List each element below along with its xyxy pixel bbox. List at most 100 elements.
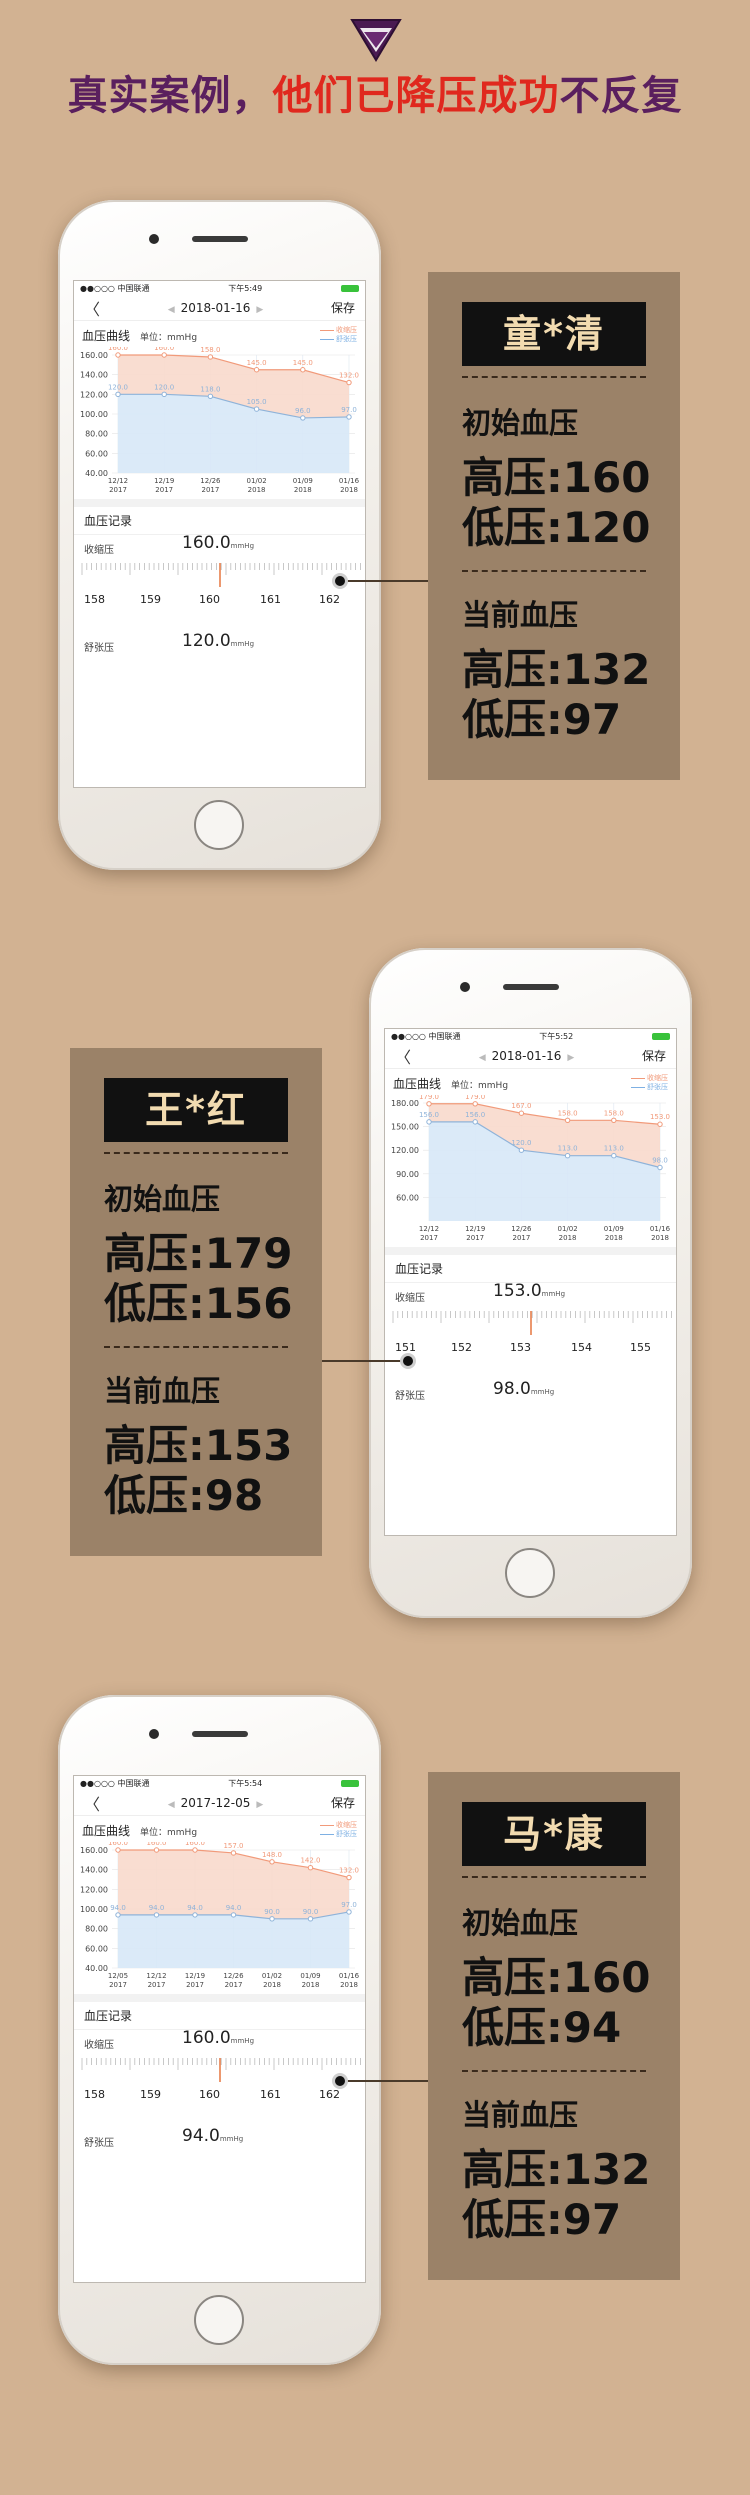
diastolic-value: 94.0mmHg <box>182 2126 243 2146</box>
systolic-point <box>115 352 121 358</box>
home-button[interactable] <box>194 800 244 850</box>
chart-legend: 收缩压 舒张压 <box>631 1074 668 1092</box>
phone-mockup: ●●○○○ 中国联通 下午5:49 〈 ◀ 2018-01-16 ▶ 保存 血压曲线 单位：mm… <box>58 200 381 870</box>
legend-systolic: 收缩压 <box>320 1821 357 1830</box>
diastolic-number: 120.0 <box>182 631 231 651</box>
next-date-icon[interactable]: ▶ <box>256 1800 263 1810</box>
legend-systolic: 收缩压 <box>320 326 357 335</box>
diastolic-point <box>161 391 167 398</box>
y-tick-label: 80.00 <box>85 430 108 439</box>
date-selector[interactable]: ◀ 2017-12-05 ▶ <box>162 1796 270 1810</box>
ruler-number: 162 <box>319 593 340 606</box>
back-button[interactable]: 〈 <box>84 1791 100 1815</box>
x-tick-label: 01/09 <box>293 477 313 485</box>
back-button[interactable]: 〈 <box>395 1044 411 1068</box>
diastolic-point <box>657 1164 663 1171</box>
ruler-ticks <box>81 563 361 587</box>
x-tick-year: 2018 <box>302 1981 320 1989</box>
chart-unit: 单位：mmHg <box>140 333 198 343</box>
page-headline: 真实案例，他们已降压成功不反复 <box>0 70 750 122</box>
diastolic-point <box>346 1909 352 1915</box>
diastolic-point <box>611 1153 617 1159</box>
x-tick-label: 12/26 <box>223 1972 244 1980</box>
home-button[interactable] <box>505 1548 555 1598</box>
legend-diastolic-swatch <box>320 338 334 340</box>
y-tick-label: 40.00 <box>85 1964 108 1973</box>
prev-date-icon[interactable]: ◀ <box>168 1800 175 1810</box>
next-date-icon[interactable]: ▶ <box>567 1053 574 1063</box>
front-camera-icon <box>149 234 159 244</box>
systolic-point <box>472 1101 478 1107</box>
date-selector[interactable]: ◀ 2018-01-16 ▶ <box>162 301 270 315</box>
ruler-number: 159 <box>140 2088 161 2101</box>
battery-indicator <box>651 1032 670 1041</box>
systolic-label: 收缩压 <box>84 545 114 556</box>
initial-low: 低压:94 <box>462 2003 622 2052</box>
diastolic-point <box>518 1147 525 1153</box>
systolic-point <box>153 1847 160 1853</box>
next-date-icon[interactable]: ▶ <box>256 305 263 315</box>
systolic-point <box>115 1847 121 1853</box>
diastolic-data-label: 105.0 <box>247 398 267 406</box>
save-button[interactable]: 保存 <box>331 1794 355 1811</box>
diastolic-data-label: 96.0 <box>295 407 311 415</box>
current-date: 2018-01-16 <box>491 1048 562 1063</box>
diastolic-data-label: 94.0 <box>187 1904 203 1912</box>
bp-line-chart: 180.00 150.00 120.00 90.00 60.00 179.0 179.0 16… <box>391 1095 671 1242</box>
diastolic-data-label: 94.0 <box>110 1904 126 1912</box>
systolic-data-label: 158.0 <box>604 1109 624 1117</box>
prev-date-icon[interactable]: ◀ <box>479 1053 486 1063</box>
x-tick-year: 2017 <box>109 486 127 494</box>
diastolic-number: 94.0 <box>182 2126 220 2146</box>
headline-part3: 不反复 <box>559 73 683 119</box>
systolic-data-label: 145.0 <box>293 359 313 367</box>
legend-systolic-swatch <box>320 329 334 331</box>
legend-diastolic-swatch <box>631 1086 645 1088</box>
back-button[interactable]: 〈 <box>84 296 100 320</box>
systolic-point <box>307 1865 314 1871</box>
legend-systolic: 收缩压 <box>631 1074 668 1083</box>
x-tick-year: 2017 <box>148 1981 166 1989</box>
systolic-ruler-slider[interactable]: 158 159 160 161 162 <box>74 563 365 613</box>
current-low: 低压:97 <box>462 2195 622 2244</box>
systolic-data-label: 160.0 <box>108 347 128 352</box>
systolic-unit: mmHg <box>230 2037 255 2045</box>
systolic-number: 160.0 <box>182 2028 231 2048</box>
headline-part1: 真实案例， <box>67 73 273 119</box>
save-button[interactable]: 保存 <box>642 1047 666 1064</box>
x-tick-year: 2018 <box>559 1234 577 1242</box>
systolic-number: 160.0 <box>182 533 231 553</box>
save-button[interactable]: 保存 <box>331 299 355 316</box>
x-tick-year: 2017 <box>186 1981 204 1989</box>
x-tick-label: 01/02 <box>558 1225 578 1233</box>
connector-dot <box>400 1353 416 1369</box>
status-bar: ●●○○○ 中国联通 下午5:54 <box>74 1776 365 1790</box>
x-tick-label: 12/26 <box>200 477 221 485</box>
diastolic-point <box>115 391 121 398</box>
home-button[interactable] <box>194 2295 244 2345</box>
nav-bar: 〈 ◀ 2017-12-05 ▶ 保存 <box>74 1790 365 1816</box>
prev-date-icon[interactable]: ◀ <box>168 305 175 315</box>
diastolic-point <box>307 1916 314 1922</box>
systolic-data-label: 167.0 <box>511 1102 531 1110</box>
legend-diastolic-label: 舒张压 <box>647 1083 668 1091</box>
carrier-label: ●●○○○ 中国联通 <box>80 1778 150 1788</box>
systolic-point <box>230 1850 237 1856</box>
top-badge-icon <box>350 19 402 62</box>
earpiece-speaker <box>192 236 248 242</box>
systolic-ruler-slider[interactable]: 158 159 160 161 162 <box>74 2058 365 2108</box>
systolic-point <box>346 379 352 386</box>
systolic-data-label: 148.0 <box>262 1851 282 1859</box>
systolic-ruler-slider[interactable]: 151 152 153 154 155 <box>385 1311 676 1361</box>
diastolic-data-label: 120.0 <box>108 383 128 391</box>
battery-icon <box>340 1779 359 1787</box>
y-tick-label: 100.00 <box>80 410 108 419</box>
section-separator <box>74 1994 365 2002</box>
patient-info-card: 童*清 初始血压 高压:160 低压:120 当前血压 高压:132 低压:97 <box>428 272 680 780</box>
diastolic-point <box>192 1912 198 1918</box>
current-bp-label: 当前血压 <box>462 2098 579 2132</box>
diastolic-data-label: 120.0 <box>154 383 174 391</box>
date-selector[interactable]: ◀ 2018-01-16 ▶ <box>473 1049 581 1063</box>
chart-title: 血压曲线 <box>82 1824 131 1838</box>
patient-name: 马*康 <box>462 1802 646 1866</box>
